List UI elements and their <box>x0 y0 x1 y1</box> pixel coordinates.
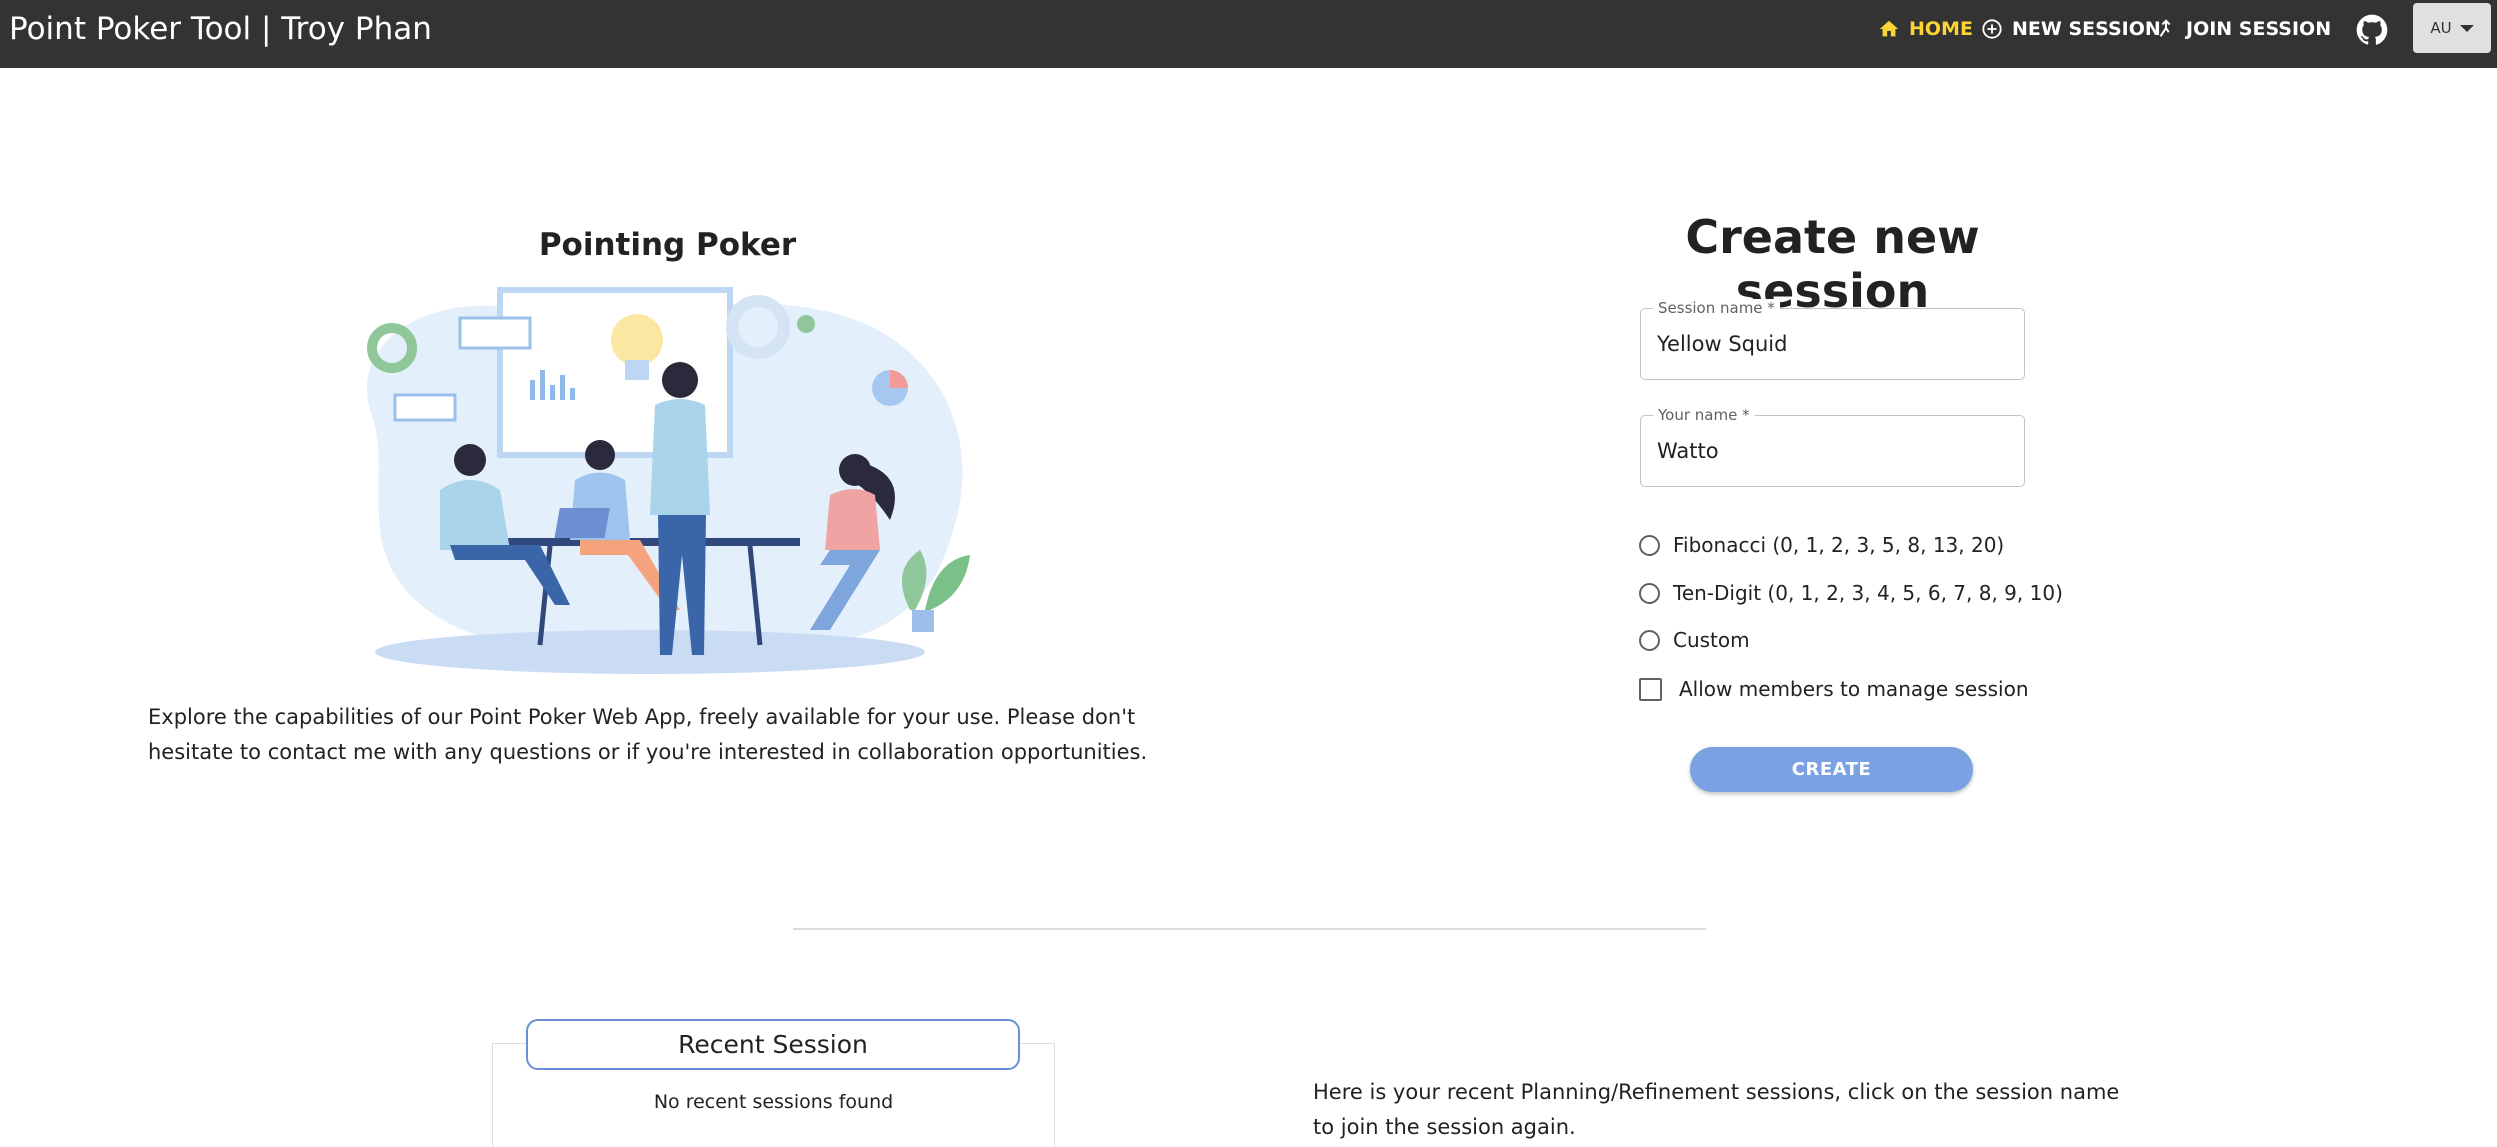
allow-manage-checkbox[interactable] <box>1639 677 1662 701</box>
ten-digit-label: Ten-Digit (0, 1, 2, 3, 4, 5, 6, 7, 8, 9,… <box>1673 581 2063 605</box>
session-name-label: Session name * <box>1653 299 1780 317</box>
custom-radio[interactable] <box>1639 629 1660 651</box>
fibonacci-option[interactable]: Fibonacci (0, 1, 2, 3, 5, 8, 13, 20) <box>1639 533 2004 557</box>
caret-down-icon <box>2459 24 2474 32</box>
home-icon <box>1879 20 1899 37</box>
nav-join-session-label: JOIN SESSION <box>2186 18 2332 40</box>
nav-home-link[interactable]: HOME <box>1878 0 1973 58</box>
allow-manage-option[interactable]: Allow members to manage session <box>1639 677 2029 701</box>
no-recent-sessions-text: No recent sessions found <box>653 1091 894 1113</box>
nav-new-session-label: NEW SESSION <box>2012 18 2161 40</box>
your-name-input[interactable] <box>1657 435 2007 467</box>
intro-text: Explore the capabilities of our Point Po… <box>148 705 1148 764</box>
fibonacci-radio[interactable] <box>1639 534 1660 556</box>
top-app-bar: Point Poker Tool | Troy Phan HOME NEW SE… <box>0 0 2497 68</box>
custom-label: Custom <box>1673 628 1750 652</box>
github-icon[interactable] <box>2356 14 2388 46</box>
nav-new-session-link[interactable]: NEW SESSION <box>1981 0 2161 58</box>
recent-session-title: Recent Session <box>526 1019 1020 1070</box>
language-select[interactable]: AU <box>2413 3 2491 53</box>
fibonacci-label: Fibonacci (0, 1, 2, 3, 5, 8, 13, 20) <box>1673 533 2005 557</box>
session-name-input[interactable] <box>1657 328 2007 360</box>
nav-home-label: HOME <box>1909 18 1973 40</box>
ten-digit-option[interactable]: Ten-Digit (0, 1, 2, 3, 4, 5, 6, 7, 8, 9,… <box>1639 581 2063 605</box>
ten-digit-radio[interactable] <box>1639 582 1660 604</box>
your-name-label: Your name * <box>1653 406 1755 424</box>
team-meeting-illustration <box>366 287 970 674</box>
allow-manage-label: Allow members to manage session <box>1679 677 2029 701</box>
merge-icon <box>2159 19 2171 37</box>
language-value: AU <box>2430 19 2452 37</box>
section-divider <box>793 928 1706 930</box>
create-button[interactable]: CREATE <box>1690 747 1973 792</box>
your-name-field[interactable]: Your name * <box>1640 406 2025 487</box>
add-circle-icon <box>1982 19 2002 39</box>
hero-title: Pointing Poker <box>538 227 797 263</box>
session-name-field[interactable]: Session name * <box>1640 299 2025 380</box>
nav-join-session-link[interactable]: JOIN SESSION <box>2155 0 2331 58</box>
custom-option[interactable]: Custom <box>1639 628 1750 652</box>
app-title[interactable]: Point Poker Tool | Troy Phan <box>9 11 432 47</box>
recent-session-description: Here is your recent Planning/Refinement … <box>1313 1080 2120 1139</box>
